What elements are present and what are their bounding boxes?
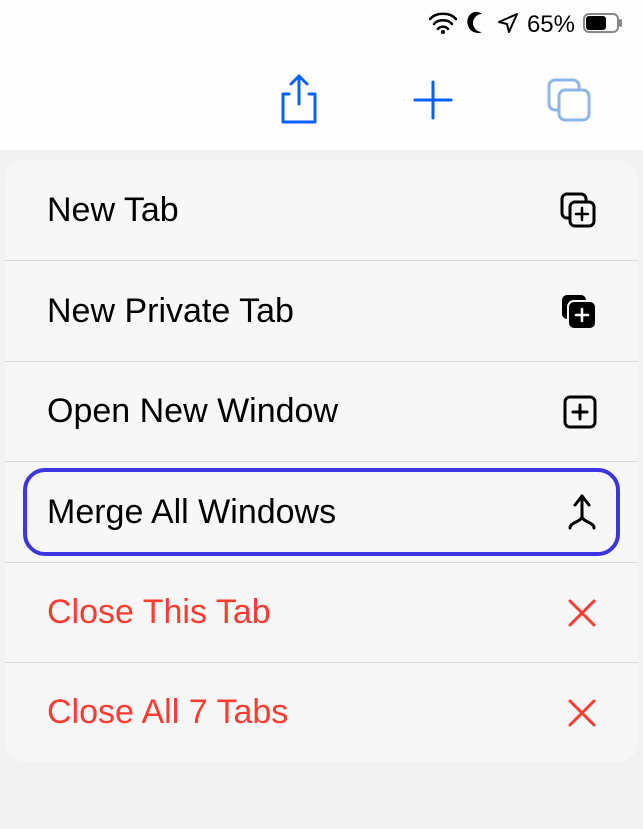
merge-icon (566, 492, 598, 532)
menu-item-close-all-tabs[interactable]: Close All 7 Tabs (5, 663, 638, 762)
menu-item-label: Close This Tab (47, 593, 271, 632)
status-icons: 65% (429, 11, 623, 40)
toolbar (0, 50, 643, 150)
menu-item-label: Close All 7 Tabs (47, 693, 288, 732)
menu-item-merge-all-windows[interactable]: Merge All Windows (5, 462, 638, 563)
menu-item-new-tab[interactable]: New Tab (5, 160, 638, 261)
menu-item-label: Open New Window (47, 392, 338, 431)
plus-square-icon (562, 394, 598, 430)
share-icon[interactable] (277, 74, 321, 126)
wifi-icon (429, 12, 457, 39)
new-tab-plus-icon[interactable] (411, 78, 455, 122)
context-menu: New Tab New Private Tab Open New Window (5, 160, 638, 762)
tabs-icon[interactable] (545, 76, 593, 124)
menu-item-label: New Tab (47, 191, 179, 230)
menu-item-new-private-tab[interactable]: New Private Tab (5, 261, 638, 362)
battery-percent: 65% (527, 11, 575, 39)
battery-icon (583, 13, 623, 38)
close-x-icon (566, 697, 598, 729)
menu-item-open-new-window[interactable]: Open New Window (5, 362, 638, 462)
plus-on-square-icon (558, 190, 598, 230)
menu-item-label: New Private Tab (47, 292, 294, 331)
location-icon (497, 12, 519, 39)
do-not-disturb-icon (465, 11, 489, 40)
close-x-icon (566, 597, 598, 629)
menu-item-label: Merge All Windows (47, 493, 336, 532)
menu-item-close-this-tab[interactable]: Close This Tab (5, 563, 638, 663)
status-bar: 65% (0, 0, 643, 50)
plus-on-square-fill-icon (558, 291, 598, 331)
